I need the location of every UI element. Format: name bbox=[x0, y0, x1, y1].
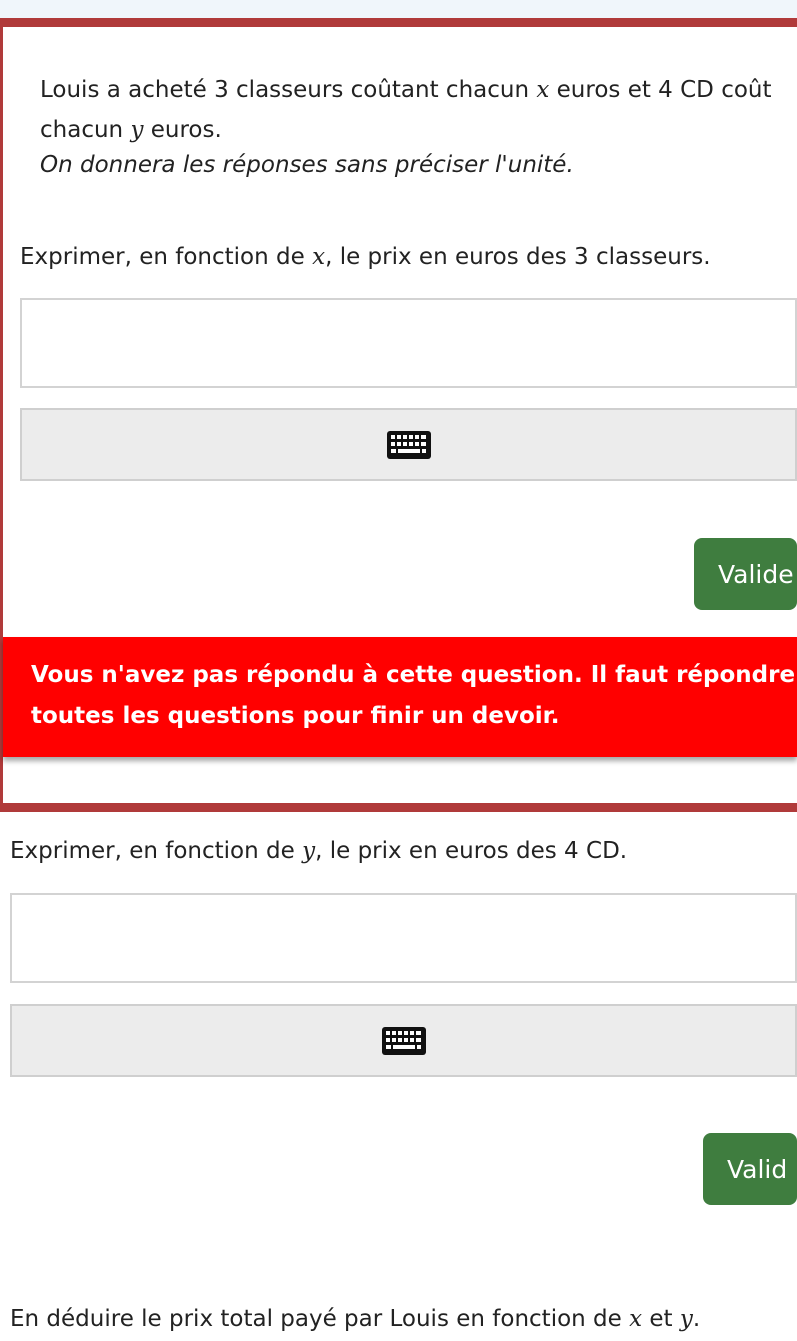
question-3-text: En déduire le prix total payé par Louis … bbox=[10, 1306, 701, 1332]
validate-button-2[interactable]: Valid bbox=[703, 1133, 797, 1205]
keyboard-icon bbox=[381, 1026, 426, 1055]
variable-x: x bbox=[536, 77, 550, 103]
answer-1-input[interactable] bbox=[20, 298, 797, 388]
validate-button-1[interactable]: Valide bbox=[694, 538, 797, 610]
exercise-statement: Louis a acheté 3 classeurs coûtant chacu… bbox=[40, 70, 797, 150]
variable-y: y bbox=[302, 838, 316, 864]
variable-x: x bbox=[629, 1306, 643, 1332]
variable-y: y bbox=[679, 1306, 693, 1332]
question-1-text: Exprimer, en fonction de x, le prix en e… bbox=[20, 244, 711, 270]
variable-x: x bbox=[312, 244, 326, 270]
unit-note: On donnera les réponses sans préciser l'… bbox=[40, 152, 574, 178]
answer-2-input[interactable] bbox=[10, 893, 797, 983]
statement-line-1: Louis a acheté 3 classeurs coûtant chacu… bbox=[40, 77, 772, 103]
unanswered-error-banner: Vous n'avez pas répondu à cette question… bbox=[3, 637, 797, 757]
keyboard-icon bbox=[386, 430, 431, 459]
top-band bbox=[0, 0, 797, 18]
virtual-keyboard-toggle-2[interactable] bbox=[10, 1004, 797, 1077]
question-2-text: Exprimer, en fonction de y, le prix en e… bbox=[10, 838, 628, 864]
statement-line-2: chacun y euros. bbox=[40, 117, 222, 143]
variable-y: y bbox=[130, 117, 144, 143]
virtual-keyboard-toggle-1[interactable] bbox=[20, 408, 797, 481]
